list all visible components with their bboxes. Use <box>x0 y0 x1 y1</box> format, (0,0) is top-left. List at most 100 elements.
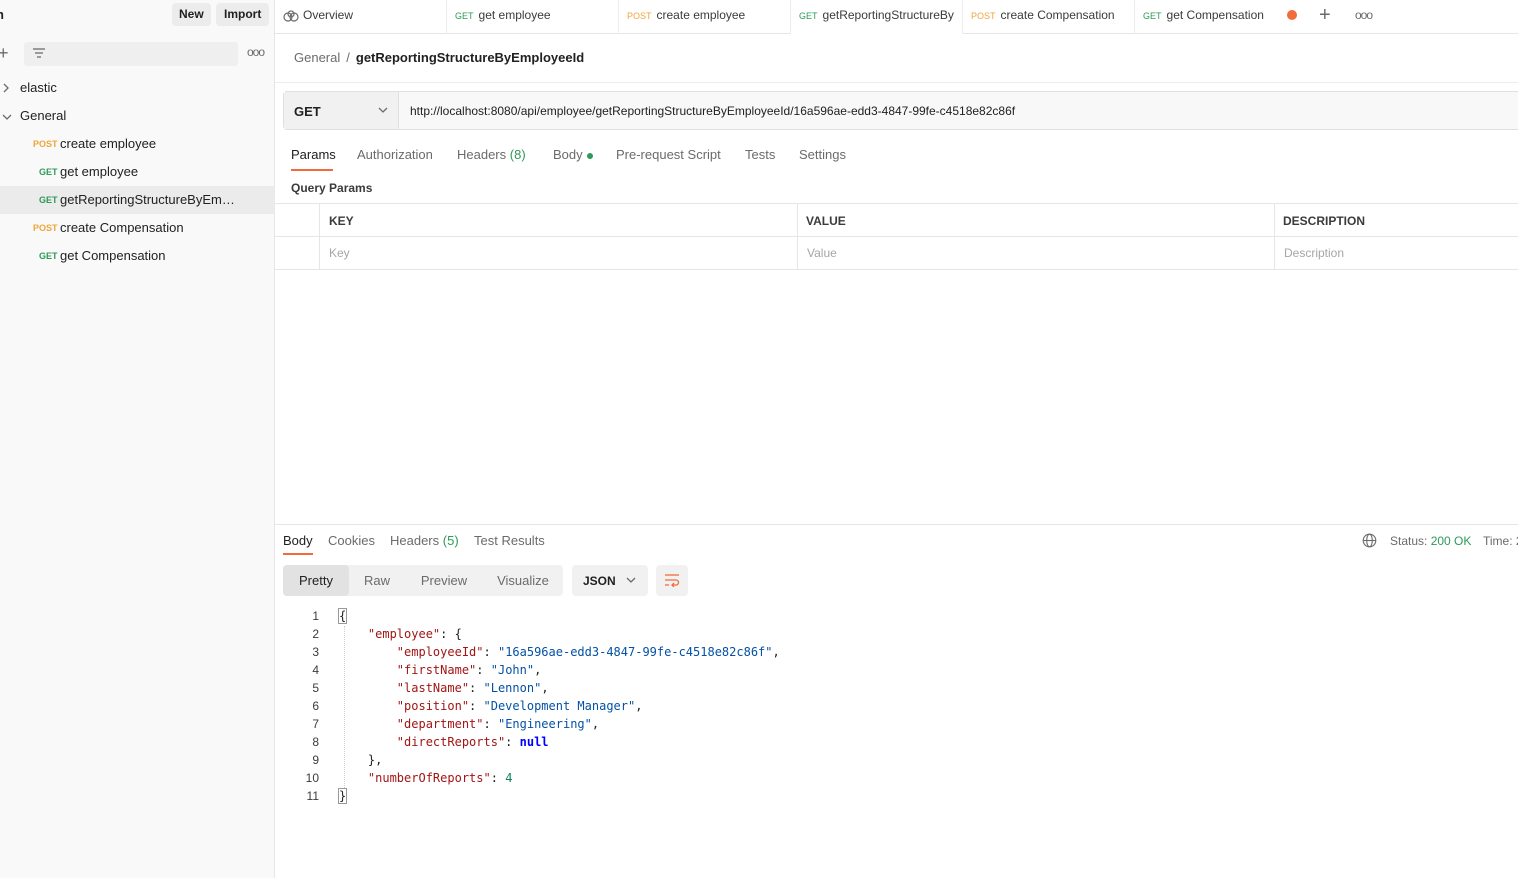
response-tab-cookies[interactable]: Cookies <box>328 533 375 548</box>
sidebar-request-get-compensation[interactable]: GET get Compensation <box>0 242 275 270</box>
response-divider[interactable] <box>275 524 1518 525</box>
collection-tree: elastic General POST create employee GET… <box>0 74 275 270</box>
sidebar-request-get-employee[interactable]: GET get employee <box>0 158 275 186</box>
tab-more-icon[interactable]: ooo <box>1355 8 1373 22</box>
status-label: Status: <box>1390 534 1428 548</box>
method-badge: GET <box>455 11 474 21</box>
code-text: { <box>337 607 348 625</box>
response-status: Status: 200 OK <box>1390 534 1471 548</box>
view-pretty-button[interactable]: Pretty <box>283 565 349 596</box>
response-tab-test-results[interactable]: Test Results <box>474 533 545 548</box>
value-input[interactable]: Value <box>807 246 837 260</box>
sidebar-header: h New Import <box>0 0 275 30</box>
response-tab-body[interactable]: Body <box>283 533 313 548</box>
breadcrumb-separator: / <box>346 50 350 65</box>
last-name-value: Lennon <box>490 681 535 695</box>
folder-elastic[interactable]: elastic <box>0 74 275 102</box>
json-key: "employee" <box>367 627 441 641</box>
status-value[interactable]: 200 OK <box>1431 534 1472 548</box>
tab-create-employee[interactable]: POST create employee <box>627 0 791 34</box>
url-input[interactable]: http://localhost:8080/api/employee/getRe… <box>410 104 1015 118</box>
breadcrumb-parent[interactable]: General <box>294 50 340 65</box>
column-header-value: VALUE <box>806 214 846 228</box>
line-number: 2 <box>312 627 319 641</box>
method-select[interactable]: GET <box>284 92 399 129</box>
tab-headers[interactable]: Headers (8) <box>457 147 526 162</box>
chevron-down-icon <box>2 114 12 120</box>
json-string: "Development Manager" <box>483 699 636 713</box>
json-key: "department" <box>396 717 484 731</box>
folder-general[interactable]: General <box>0 102 275 130</box>
tab-body[interactable]: Body <box>553 147 593 162</box>
line-number: 7 <box>312 717 319 731</box>
sidebar-request-create-employee[interactable]: POST create employee <box>0 130 275 158</box>
tab-overview[interactable]: Overview <box>283 0 447 34</box>
tab-label: getReportingStructureBy <box>822 8 954 22</box>
tab-bar: Overview GET get employee POST create empl… <box>275 0 1518 34</box>
method-value: GET <box>294 104 321 119</box>
code-text: "employee": { <box>367 627 462 641</box>
column-divider <box>1274 204 1275 270</box>
response-time[interactable]: Time: 2 <box>1483 534 1518 548</box>
number-of-reports-value: 4 <box>505 771 513 785</box>
method-badge: GET <box>1143 11 1162 21</box>
add-collection-icon[interactable]: + <box>0 44 9 62</box>
method-badge: GET <box>39 195 58 205</box>
tab-authorization[interactable]: Authorization <box>357 147 433 162</box>
code-text: "firstName": "John", <box>396 663 542 677</box>
request-label: get Compensation <box>60 248 166 263</box>
filter-input[interactable] <box>24 42 238 66</box>
import-button[interactable]: Import <box>216 3 270 26</box>
tab-settings[interactable]: Settings <box>799 147 846 162</box>
response-body-code[interactable]: 1{ 2 "employee": { 3 "employeeId": "16a5… <box>283 607 1483 805</box>
description-input[interactable]: Description <box>1284 246 1344 260</box>
response-tab-headers[interactable]: Headers (5) <box>390 533 459 548</box>
view-raw-button[interactable]: Raw <box>349 565 405 596</box>
tab-headers-label: Headers <box>457 147 507 162</box>
divider <box>275 82 1518 83</box>
more-options-icon[interactable]: ooo <box>247 45 265 59</box>
wrap-lines-button[interactable] <box>656 565 688 596</box>
unsaved-dot-icon <box>1287 10 1297 20</box>
method-badge: GET <box>39 251 58 261</box>
format-select[interactable]: JSON <box>572 565 648 596</box>
tab-label: create Compensation <box>1000 8 1115 22</box>
chevron-down-icon <box>626 577 636 583</box>
method-badge: POST <box>971 11 996 21</box>
brace: { <box>337 608 348 624</box>
filter-icon <box>33 48 45 58</box>
code-text: }, <box>339 753 383 767</box>
view-preview-button[interactable]: Preview <box>409 565 479 596</box>
code-line: 10 "numberOfReports": 4 <box>283 769 1483 787</box>
url-bar: GET http://localhost:8080/api/employee/g… <box>283 91 1518 130</box>
view-visualize-button[interactable]: Visualize <box>483 565 563 596</box>
tab-tests[interactable]: Tests <box>745 147 775 162</box>
workspace-name: h <box>0 7 4 22</box>
format-value: JSON <box>583 574 616 588</box>
tab-get-compensation[interactable]: GET get Compensation <box>1143 0 1275 34</box>
code-line: 9 }, <box>283 751 1483 769</box>
key-input[interactable]: Key <box>329 246 350 260</box>
code-line: 2 "employee": { <box>283 625 1483 643</box>
chevron-right-icon <box>3 83 9 93</box>
sidebar-request-get-reporting-structure[interactable]: GET getReportingStructureByEmpl... <box>0 186 275 214</box>
line-number: 11 <box>306 789 319 803</box>
sidebar-request-create-compensation[interactable]: POST create Compensation <box>0 214 275 242</box>
breadcrumb-current[interactable]: getReportingStructureByEmployeeId <box>356 50 584 65</box>
tab-get-reporting-structure[interactable]: GET getReportingStructureBy <box>791 0 963 34</box>
tab-get-employee[interactable]: GET get employee <box>455 0 619 34</box>
globe-icon[interactable] <box>1362 533 1377 548</box>
brace: } <box>337 788 348 804</box>
tab-create-compensation[interactable]: POST create Compensation <box>971 0 1135 34</box>
json-key: "position" <box>396 699 470 713</box>
new-tab-icon[interactable]: + <box>1319 4 1331 27</box>
breadcrumb: General / getReportingStructureByEmployeeI… <box>294 50 584 65</box>
line-number: 1 <box>312 609 319 623</box>
new-button[interactable]: New <box>172 3 211 26</box>
column-header-description: DESCRIPTION <box>1283 214 1366 228</box>
tab-prerequest-script[interactable]: Pre-request Script <box>616 147 721 162</box>
json-key: "firstName" <box>396 663 477 677</box>
code-line: 1{ <box>283 607 1483 625</box>
code-text: "directReports": null <box>396 735 549 749</box>
tab-params[interactable]: Params <box>291 147 336 162</box>
